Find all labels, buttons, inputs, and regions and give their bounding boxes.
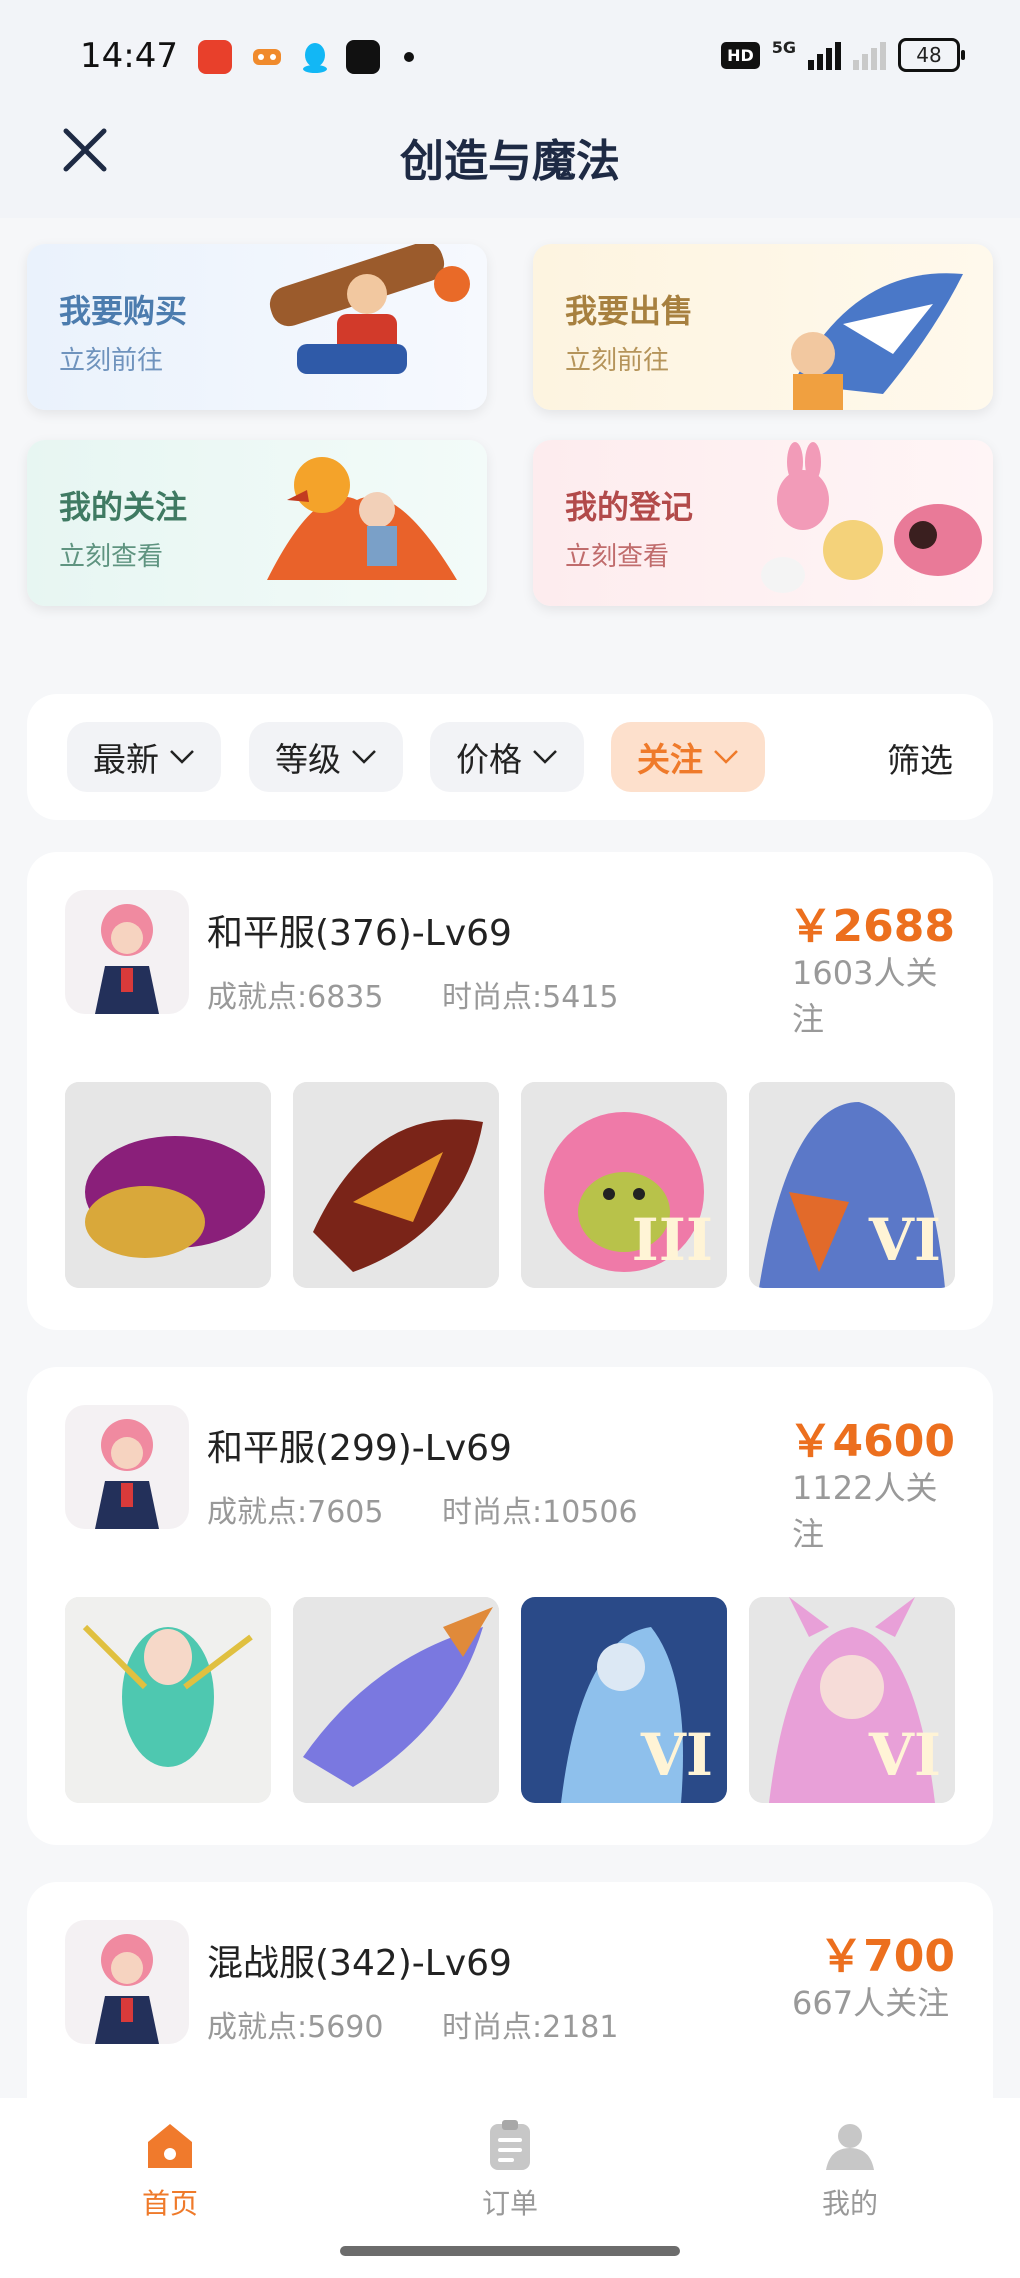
network-label: 5G [771, 38, 796, 57]
chevron-down-icon [170, 750, 194, 764]
notification-dot-icon [404, 52, 414, 62]
signal-icon [808, 40, 841, 70]
fashion-points: 时尚点:2181 [442, 2010, 619, 2045]
chip-label: 最新 [93, 740, 159, 779]
achievement-points: 成就点:7605 [207, 1495, 384, 1530]
lumberjack-illustration [269, 244, 470, 374]
tier-badge: VI [640, 1721, 713, 1789]
tier-badge: III [631, 1206, 713, 1274]
registration-card-title: 我的登记 [565, 488, 694, 526]
avatar [65, 1405, 189, 1529]
watchlist-card-subtitle: 立刻查看 [59, 542, 164, 572]
listing-card[interactable]: 和平服(376)-Lv69 成就点:6835 时尚点:5415 ￥2688 16… [27, 852, 993, 1330]
avatar [65, 890, 189, 1014]
tab-label: 订单 [481, 2187, 538, 2220]
shark-illustration [791, 273, 963, 410]
server-level: 和平服(376)-Lv69 [207, 913, 512, 954]
server-level: 和平服(299)-Lv69 [207, 1428, 512, 1469]
tier-badge: VI [868, 1206, 941, 1274]
item-thumbnail[interactable] [65, 1082, 271, 1288]
tab-orders[interactable]: 订单 [430, 2118, 590, 2222]
buy-card-title: 我要购买 [59, 292, 188, 330]
tab-profile[interactable]: 我的 [770, 2118, 930, 2222]
home-indicator[interactable] [340, 2246, 680, 2256]
item-thumbnail[interactable] [293, 1082, 499, 1288]
game-app-icon [250, 40, 284, 74]
phoenix-illustration [267, 457, 457, 580]
item-thumbnail[interactable]: VI [521, 1597, 727, 1803]
listing-card[interactable]: 和平服(299)-Lv69 成就点:7605 时尚点:10506 ￥4600 1… [27, 1367, 993, 1845]
pets-illustration [761, 442, 982, 593]
sort-level-dropdown[interactable]: 等级 [249, 722, 403, 792]
sort-price-dropdown[interactable]: 价格 [430, 722, 584, 792]
status-time: 14:47 [80, 36, 178, 76]
chip-label: 价格 [456, 740, 522, 779]
sell-card-title: 我要出售 [565, 292, 694, 330]
tab-home[interactable]: 首页 [90, 2118, 250, 2222]
server-level: 混战服(342)-Lv69 [207, 1943, 512, 1984]
signal-secondary-icon [853, 40, 886, 70]
item-thumbnail[interactable]: VI [749, 1082, 955, 1288]
tier-badge: VI [868, 1721, 941, 1789]
buy-card[interactable]: 我要购买 立刻前往 [27, 244, 487, 410]
battery-icon: 48 [898, 38, 965, 72]
ting-app-icon [198, 40, 232, 74]
achievement-points: 成就点:5690 [207, 2010, 384, 2045]
registration-card[interactable]: 我的登记 立刻查看 [533, 440, 993, 606]
battery-level: 48 [916, 43, 942, 67]
thumbnail-row: III VI [65, 1082, 955, 1288]
chip-label: 关注 [637, 740, 703, 779]
sell-card[interactable]: 我要出售 立刻前往 [533, 244, 993, 410]
item-thumbnail[interactable] [293, 1597, 499, 1803]
status-indicators: HD 5G 48 [721, 38, 965, 72]
item-thumbnail[interactable]: III [521, 1082, 727, 1288]
follower-count: 1603人关注 [792, 954, 938, 1038]
tab-label: 首页 [141, 2187, 198, 2220]
home-icon [148, 2124, 192, 2168]
fashion-points: 时尚点:5415 [442, 980, 619, 1015]
status-bar: 14:47 HD 5G 48 [0, 0, 1020, 115]
registration-card-subtitle: 立刻查看 [565, 542, 670, 572]
watchlist-card-title: 我的关注 [59, 488, 188, 526]
filter-bar: 最新 等级 价格 关注 筛选 [27, 694, 993, 820]
sort-follow-dropdown[interactable]: 关注 [611, 722, 765, 792]
buy-card-subtitle: 立刻前往 [59, 346, 164, 376]
user-icon [826, 2124, 874, 2170]
watchlist-card[interactable]: 我的关注 立刻查看 [27, 440, 487, 606]
chip-label: 等级 [275, 740, 341, 779]
thumbnail-row: VI VI [65, 1597, 955, 1803]
qq-icon [298, 40, 332, 74]
filter-button[interactable]: 筛选 [887, 734, 953, 782]
sort-latest-dropdown[interactable]: 最新 [67, 722, 221, 792]
price: ￥2688 [788, 901, 955, 952]
price: ￥4600 [788, 1416, 955, 1467]
chevron-down-icon [352, 750, 376, 764]
avatar [65, 1920, 189, 2044]
item-thumbnail[interactable] [65, 1597, 271, 1803]
fashion-points: 时尚点:10506 [442, 1495, 638, 1530]
hd-badge: HD [721, 41, 760, 69]
clipboard-icon [490, 2120, 530, 2170]
item-thumbnail[interactable]: VI [749, 1597, 955, 1803]
follower-count: 1122人关注 [792, 1469, 938, 1553]
follower-count: 667人关注 [792, 1984, 950, 2022]
nav-bar: 创造与魔法 [0, 115, 1020, 220]
achievement-points: 成就点:6835 [207, 980, 384, 1015]
tab-label: 我的 [821, 2187, 878, 2220]
dewu-app-icon [346, 40, 380, 74]
chevron-down-icon [714, 750, 738, 764]
page-title: 创造与魔法 [400, 136, 620, 187]
sell-card-subtitle: 立刻前往 [565, 346, 670, 376]
chevron-down-icon [533, 750, 557, 764]
price: ￥700 [819, 1931, 955, 1982]
